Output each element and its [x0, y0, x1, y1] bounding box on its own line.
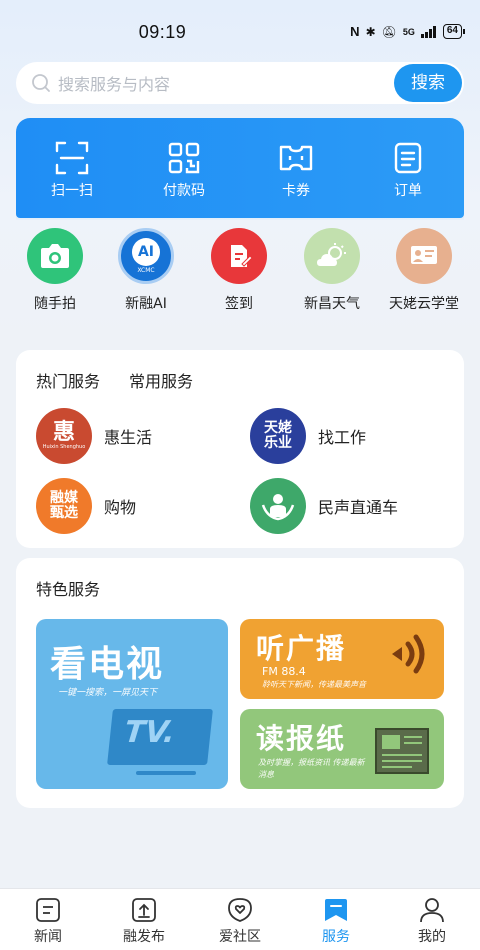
nav-news[interactable]: 新闻 [8, 897, 88, 946]
shopping-logo-icon: 融媒甄选 [36, 478, 92, 534]
nav-service-label: 服务 [322, 929, 350, 945]
app-snapshot-label: 随手拍 [34, 296, 76, 312]
news-icon [36, 898, 60, 922]
sign-in-icon [211, 228, 267, 284]
feature-radio-subtitle: 聆听天下新闻，传递最美声音 [262, 680, 366, 689]
ai-logo-text: AI [132, 238, 160, 266]
featured-card: 特色服务 看电视 一键一搜索，一屏见天下 TV. 听广播 FM 88.4 聆听天… [16, 558, 464, 808]
service-hui-life-label: 惠生活 [104, 428, 153, 447]
order-icon [394, 142, 422, 174]
quick-scan-label: 扫一扫 [51, 183, 93, 199]
search-bar[interactable]: 搜索服务与内容 搜索 [16, 62, 464, 104]
status-icons: N ✱ 🔕︎ 5G 64 [350, 24, 466, 39]
service-shopping[interactable]: 融媒甄选 购物 [36, 478, 136, 534]
quick-actions-card: 扫一扫 付款码 卡券 订单 [16, 118, 464, 218]
app-sign-in-label: 签到 [225, 296, 253, 312]
publish-icon [132, 898, 156, 922]
nav-news-label: 新闻 [34, 929, 62, 945]
newspaper-icon [375, 728, 429, 774]
shopping-logo-text: 融媒甄选 [50, 490, 78, 521]
status-time: 09:19 [138, 22, 187, 42]
quick-coupon-label: 卡券 [282, 183, 310, 199]
service-public-voice[interactable]: 民声直通车 [250, 478, 398, 534]
coupon-icon [279, 145, 313, 171]
feature-radio-title: 听广播 [256, 632, 347, 665]
classroom-icon [396, 228, 452, 284]
profile-icon [420, 898, 444, 923]
feature-radio[interactable]: 听广播 FM 88.4 聆听天下新闻，传递最美声音 [240, 619, 444, 699]
tv-screen-icon: TV. [107, 709, 213, 765]
quick-order[interactable]: 订单 [368, 140, 448, 200]
nav-community-label: 爱社区 [219, 929, 261, 945]
quick-payment-code[interactable]: 付款码 [144, 140, 224, 200]
bluetooth-icon: ✱ [365, 24, 376, 39]
feature-newspaper-subtitle: 及时掌握，报纸资讯 传递最新消息 [258, 758, 365, 779]
ai-logo-icon: AI XCMC [118, 228, 174, 284]
nfc-icon: N [350, 24, 360, 39]
service-find-job[interactable]: 天姥乐业 找工作 [250, 408, 366, 464]
find-job-logo-icon: 天姥乐业 [250, 408, 306, 464]
battery-indicator: 64 [442, 24, 466, 39]
weather-icon [304, 228, 360, 284]
signal-icon [420, 25, 436, 38]
service-find-job-label: 找工作 [318, 428, 367, 447]
app-cloud-classroom[interactable]: 天姥云学堂 [379, 228, 469, 313]
feature-radio-freq: FM 88.4 [262, 665, 306, 678]
feature-newspaper-title: 读报纸 [256, 722, 347, 755]
services-card: 热门服务 常用服务 惠 Huixin Shenghuo 惠生活 天姥乐业 找工作… [16, 350, 464, 548]
search-button[interactable]: 搜索 [394, 64, 462, 102]
app-weather-label: 新昌天气 [304, 296, 360, 312]
app-snapshot[interactable]: 随手拍 [10, 228, 100, 313]
quick-payment-code-label: 付款码 [163, 183, 205, 199]
nav-service[interactable]: 服务 [296, 897, 376, 946]
app-sign-in[interactable]: 签到 [194, 228, 284, 313]
nav-publish-label: 融发布 [123, 929, 165, 945]
camera-icon [27, 228, 83, 284]
find-job-logo-text: 天姥乐业 [264, 420, 292, 451]
payment-code-icon [168, 142, 200, 174]
app-xinrong-ai-label: 新融AI [125, 296, 167, 312]
featured-title: 特色服务 [36, 580, 101, 599]
network-label: 5G [402, 26, 415, 37]
hui-life-logo-text: 惠 [52, 420, 75, 445]
tv-screen-text: TV. [122, 715, 177, 750]
quick-order-label: 订单 [394, 183, 422, 199]
tab-common-services[interactable]: 常用服务 [129, 368, 193, 392]
mute-icon: 🔕︎ [381, 24, 397, 39]
service-public-voice-label: 民声直通车 [318, 498, 399, 517]
service-shopping-label: 购物 [104, 498, 137, 517]
service-hui-life[interactable]: 惠 Huixin Shenghuo 惠生活 [36, 408, 152, 464]
nav-community[interactable]: 爱社区 [200, 897, 280, 946]
feature-tv[interactable]: 看电视 一键一搜索，一屏见天下 TV. [36, 619, 228, 789]
ai-logo-sub: XCMC [137, 267, 155, 274]
nav-profile-label: 我的 [418, 929, 446, 945]
public-voice-logo-icon [250, 478, 306, 534]
radio-wave-icon [392, 634, 425, 674]
bottom-nav: 新闻 融发布 爱社区 服务 我的 [0, 888, 480, 950]
status-bar: 09:19 N ✱ 🔕︎ 5G 64 [0, 0, 480, 60]
service-icon [325, 899, 347, 921]
app-xinrong-ai[interactable]: AI XCMC 新融AI [101, 228, 191, 313]
feature-tv-title: 看电视 [50, 644, 165, 685]
nav-publish[interactable]: 融发布 [104, 897, 184, 946]
quick-scan[interactable]: 扫一扫 [32, 140, 112, 200]
hui-life-logo-icon: 惠 Huixin Shenghuo [36, 408, 92, 464]
app-cloud-classroom-label: 天姥云学堂 [389, 296, 459, 312]
community-icon [228, 898, 252, 922]
hui-life-logo-sub: Huixin Shenghuo [42, 444, 86, 450]
scan-icon [55, 141, 89, 175]
nav-profile[interactable]: 我的 [392, 897, 472, 946]
tab-hot-services[interactable]: 热门服务 [36, 368, 100, 392]
feature-tv-subtitle: 一键一搜索，一屏见天下 [58, 688, 158, 698]
search-icon [32, 74, 50, 92]
feature-newspaper[interactable]: 读报纸 及时掌握，报纸资讯 传递最新消息 [240, 709, 444, 789]
tv-stand-icon [136, 771, 196, 775]
quick-coupon[interactable]: 卡券 [256, 140, 336, 200]
app-weather[interactable]: 新昌天气 [287, 228, 377, 313]
